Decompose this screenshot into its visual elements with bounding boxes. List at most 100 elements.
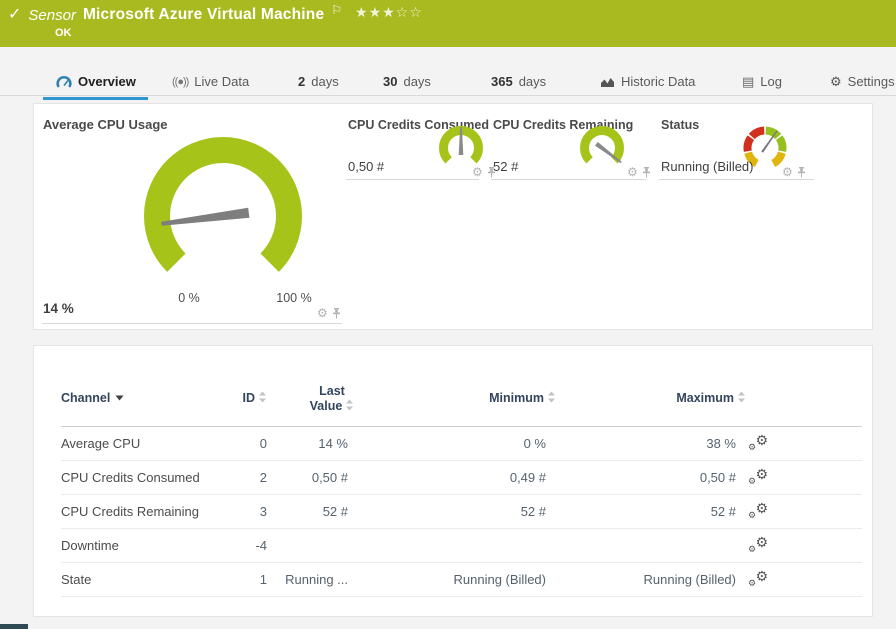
status-gauge-value: Running (Billed) bbox=[661, 159, 754, 174]
sensor-tabbar: Overview ((●)) Live Data 2 days 30 days … bbox=[0, 47, 896, 96]
panel-divider bbox=[659, 179, 814, 180]
tab-overview[interactable]: Overview bbox=[56, 74, 136, 89]
object-kind-label: Sensor bbox=[28, 7, 76, 24]
primary-panel-icons: ⚙ bbox=[317, 307, 341, 319]
maximum-cell: 0,50 # bbox=[604, 470, 736, 485]
channel-settings-icon[interactable]: ⚙⚙ bbox=[748, 467, 768, 487]
mini-panel-icons: ⚙ bbox=[782, 166, 806, 178]
column-header-id[interactable]: ID bbox=[174, 391, 267, 406]
priority-stars[interactable]: ★★★☆☆ bbox=[355, 4, 423, 21]
gear-icon: ⚙ bbox=[748, 443, 756, 452]
gear-icon: ⚙ bbox=[748, 477, 756, 486]
pin-icon[interactable] bbox=[797, 167, 806, 178]
sort-icon bbox=[737, 391, 746, 406]
gauge-min-label: 0 % bbox=[159, 291, 219, 305]
panel-divider bbox=[346, 179, 479, 180]
gear-icon: ⚙ bbox=[748, 579, 756, 588]
tab-overview-label: Overview bbox=[78, 74, 136, 89]
minimum-cell: 0 % bbox=[414, 436, 546, 451]
tab-log[interactable]: ▤ Log bbox=[742, 74, 782, 89]
channel-name-cell[interactable]: Average CPU bbox=[61, 436, 140, 451]
panel-gear-icon[interactable]: ⚙ bbox=[317, 307, 328, 319]
panel-divider bbox=[491, 179, 646, 180]
tab-log-label: Log bbox=[760, 74, 782, 89]
broadcast-icon: ((●)) bbox=[172, 76, 188, 88]
channel-settings-icon[interactable]: ⚙⚙ bbox=[748, 433, 768, 453]
primary-gauge-value: 14 % bbox=[43, 301, 74, 316]
last-value-cell: 52 # bbox=[250, 504, 348, 519]
cpu-credits-remaining-gauge bbox=[570, 120, 634, 174]
gauges-panel: Average CPU Usage 0 % 100 % 14 % ⚙ CPU C… bbox=[33, 103, 873, 330]
maximum-cell: 38 % bbox=[604, 436, 736, 451]
gauge-needle bbox=[161, 208, 250, 229]
mini-panel-icons: ⚙ bbox=[627, 166, 651, 178]
gear-icon: ⚙ bbox=[748, 545, 756, 554]
last-value-cell: Running ... bbox=[250, 572, 348, 587]
maximum-cell: 52 # bbox=[604, 504, 736, 519]
column-header-last-value[interactable]: Last Value bbox=[290, 384, 374, 415]
tab-live-data[interactable]: ((●)) Live Data bbox=[172, 74, 249, 89]
gear-icon: ⚙ bbox=[755, 569, 768, 583]
footer-bar-fragment bbox=[0, 624, 28, 629]
tab-historic-data[interactable]: Historic Data bbox=[600, 74, 695, 89]
gear-icon: ⚙ bbox=[830, 75, 842, 88]
table-row[interactable]: Downtime -4 ⚙⚙ bbox=[34, 529, 872, 563]
table-row[interactable]: CPU Credits Remaining352 #52 #52 #⚙⚙ bbox=[34, 495, 872, 529]
channel-name-cell[interactable]: State bbox=[61, 572, 91, 587]
tab-live-data-label: Live Data bbox=[194, 74, 249, 89]
gear-icon: ⚙ bbox=[755, 467, 768, 481]
priority-flag-icon[interactable]: ⚐ bbox=[331, 3, 342, 17]
tab-365-days[interactable]: 365 days bbox=[491, 74, 546, 89]
panel-gear-icon[interactable]: ⚙ bbox=[472, 166, 483, 178]
column-header-channel[interactable]: Channel bbox=[61, 391, 124, 405]
last-value-cell: 0,50 # bbox=[250, 470, 348, 485]
pin-icon[interactable] bbox=[332, 308, 341, 319]
sort-desc-icon bbox=[115, 395, 124, 401]
sensor-status-badge: OK bbox=[55, 27, 72, 39]
sensor-header: ✓ Sensor Microsoft Azure Virtual Machine… bbox=[0, 0, 896, 47]
tab-30-days[interactable]: 30 days bbox=[383, 74, 431, 89]
channel-settings-icon[interactable]: ⚙⚙ bbox=[748, 569, 768, 589]
sort-icon bbox=[345, 399, 354, 415]
column-header-maximum[interactable]: Maximum bbox=[604, 391, 746, 406]
channel-rows: Average CPU014 %0 %38 %⚙⚙CPU Credits Con… bbox=[34, 427, 872, 597]
average-cpu-gauge bbox=[118, 128, 328, 300]
sort-icon bbox=[547, 391, 556, 406]
channel-settings-icon[interactable]: ⚙⚙ bbox=[748, 535, 768, 555]
channel-table: Channel ID Last Value Minimum Maximum Av… bbox=[33, 345, 873, 617]
minimum-cell: Running (Billed) bbox=[414, 572, 546, 587]
channel-id-cell: -4 bbox=[174, 538, 267, 553]
table-row[interactable]: CPU Credits Consumed20,50 #0,49 #0,50 #⚙… bbox=[34, 461, 872, 495]
table-row[interactable]: State1Running ...Running (Billed)Running… bbox=[34, 563, 872, 597]
mini-gauge-value: 0,50 # bbox=[348, 159, 384, 174]
tab-settings[interactable]: ⚙ Settings bbox=[830, 74, 895, 89]
mini-panel-cpu-credits-consumed: CPU Credits Consumed 0,50 # ⚙ bbox=[346, 104, 496, 329]
mini-gauge-title: Status bbox=[661, 118, 699, 132]
mini-panel-status: Status Running (Billed) ⚙ bbox=[659, 104, 854, 329]
gauge-max-label: 100 % bbox=[264, 291, 324, 305]
sensor-name: Microsoft Azure Virtual Machine bbox=[83, 6, 324, 24]
panel-gear-icon[interactable]: ⚙ bbox=[627, 166, 638, 178]
sort-icon bbox=[258, 391, 267, 406]
area-chart-icon bbox=[600, 76, 615, 88]
minimum-cell: 52 # bbox=[414, 504, 546, 519]
gauge-icon bbox=[56, 75, 72, 88]
gear-icon: ⚙ bbox=[755, 501, 768, 515]
maximum-cell: Running (Billed) bbox=[604, 572, 736, 587]
channel-name-cell[interactable]: Downtime bbox=[61, 538, 119, 553]
panel-divider bbox=[42, 323, 342, 324]
gear-icon: ⚙ bbox=[755, 433, 768, 447]
panel-gear-icon[interactable]: ⚙ bbox=[782, 166, 793, 178]
channel-settings-icon[interactable]: ⚙⚙ bbox=[748, 501, 768, 521]
column-header-minimum[interactable]: Minimum bbox=[414, 391, 556, 406]
tab-2-days[interactable]: 2 days bbox=[298, 74, 339, 89]
gear-icon: ⚙ bbox=[755, 535, 768, 549]
table-row[interactable]: Average CPU014 %0 %38 %⚙⚙ bbox=[34, 427, 872, 461]
mini-gauge-value: 52 # bbox=[493, 159, 518, 174]
gear-icon: ⚙ bbox=[748, 511, 756, 520]
log-icon: ▤ bbox=[742, 75, 754, 88]
ok-check-icon: ✓ bbox=[8, 7, 21, 23]
pin-icon[interactable] bbox=[642, 167, 651, 178]
last-value-cell: 14 % bbox=[250, 436, 348, 451]
sensor-title-row: ✓ Sensor Microsoft Azure Virtual Machine… bbox=[8, 6, 423, 24]
